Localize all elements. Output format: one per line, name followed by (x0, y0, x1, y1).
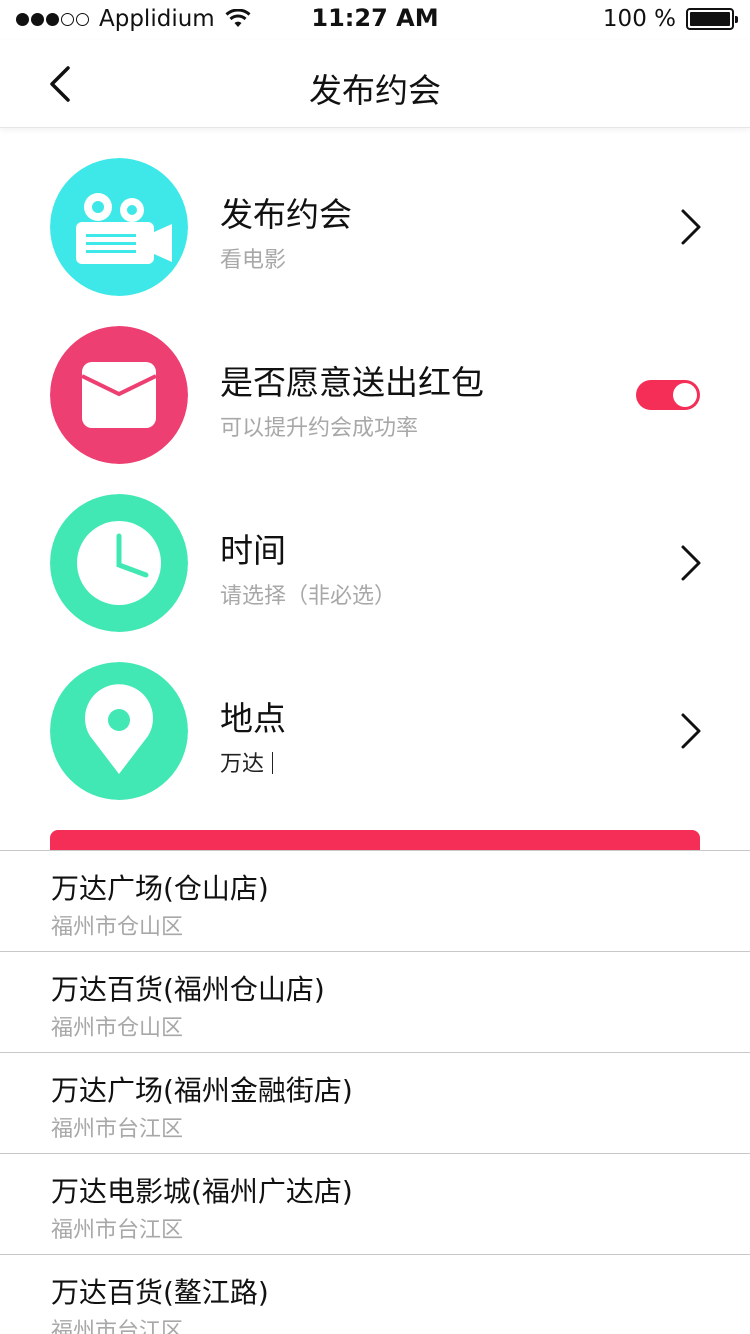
suggestion-item[interactable]: 万达电影城(福州广达店) 福州市台江区 (0, 1154, 750, 1255)
envelope-icon (50, 326, 188, 464)
suggestion-area: 福州市仓山区 (51, 1016, 184, 1041)
row-location[interactable]: 地点 万达 (0, 662, 750, 830)
page-title: 发布约会 (309, 71, 441, 110)
navigation-bar: 发布约会 (0, 40, 750, 128)
suggestion-item[interactable]: 万达广场(福州金融街店) 福州市台江区 (0, 1053, 750, 1154)
suggestion-item[interactable]: 万达百货(鳌江路) 福州市台江区 (0, 1255, 750, 1334)
suggestion-area: 福州市台江区 (51, 1117, 184, 1142)
location-suggestions: 万达广场(仓山店) 福州市仓山区 万达百货(福州仓山店) 福州市仓山区 万达广场… (0, 850, 750, 1334)
suggestion-name: 万达广场(福州金融街店) (51, 1074, 353, 1107)
row-time[interactable]: 时间 请选择（非必选） (0, 494, 750, 662)
status-bar: Applidium 11:27 AM 100 % (0, 0, 750, 40)
row-subtitle: 看电影 (220, 248, 287, 273)
row-subtitle: 请选择（非必选） (220, 584, 397, 609)
suggestion-area: 福州市台江区 (51, 1319, 184, 1334)
row-subtitle: 可以提升约会成功率 (220, 416, 419, 441)
battery-icon (686, 8, 738, 30)
chevron-right-icon (681, 545, 701, 581)
suggestion-name: 万达百货(福州仓山店) (51, 973, 325, 1006)
toggle-knob (673, 383, 697, 407)
suggestion-name: 万达广场(仓山店) (51, 872, 269, 905)
red-packet-toggle[interactable] (636, 380, 700, 410)
text-cursor (272, 752, 274, 774)
suggestion-area: 福州市台江区 (51, 1218, 184, 1243)
suggestion-name: 万达电影城(福州广达店) (51, 1175, 353, 1208)
chevron-right-icon (681, 713, 701, 749)
row-title: 是否愿意送出红包 (220, 363, 484, 402)
suggestion-item[interactable]: 万达百货(福州仓山店) 福州市仓山区 (0, 952, 750, 1053)
suggestion-name: 万达百货(鳌江路) (51, 1276, 269, 1309)
location-pin-icon (50, 662, 188, 800)
row-title: 发布约会 (220, 195, 352, 234)
chevron-right-icon (681, 209, 701, 245)
movie-camera-icon (50, 158, 188, 296)
suggestion-area: 福州市仓山区 (51, 915, 184, 940)
location-input-value: 万达 (220, 752, 265, 777)
row-title: 地点 (220, 699, 286, 738)
location-input[interactable]: 万达 (220, 746, 274, 778)
row-title: 时间 (220, 531, 286, 570)
row-activity[interactable]: 发布约会 看电影 (0, 158, 750, 326)
suggestion-item[interactable]: 万达广场(仓山店) 福州市仓山区 (0, 851, 750, 952)
status-right: 100 % (602, 6, 738, 32)
clock-icon (50, 494, 188, 632)
row-red-packet: 是否愿意送出红包 可以提升约会成功率 (0, 326, 750, 494)
battery-percent: 100 % (602, 6, 676, 32)
